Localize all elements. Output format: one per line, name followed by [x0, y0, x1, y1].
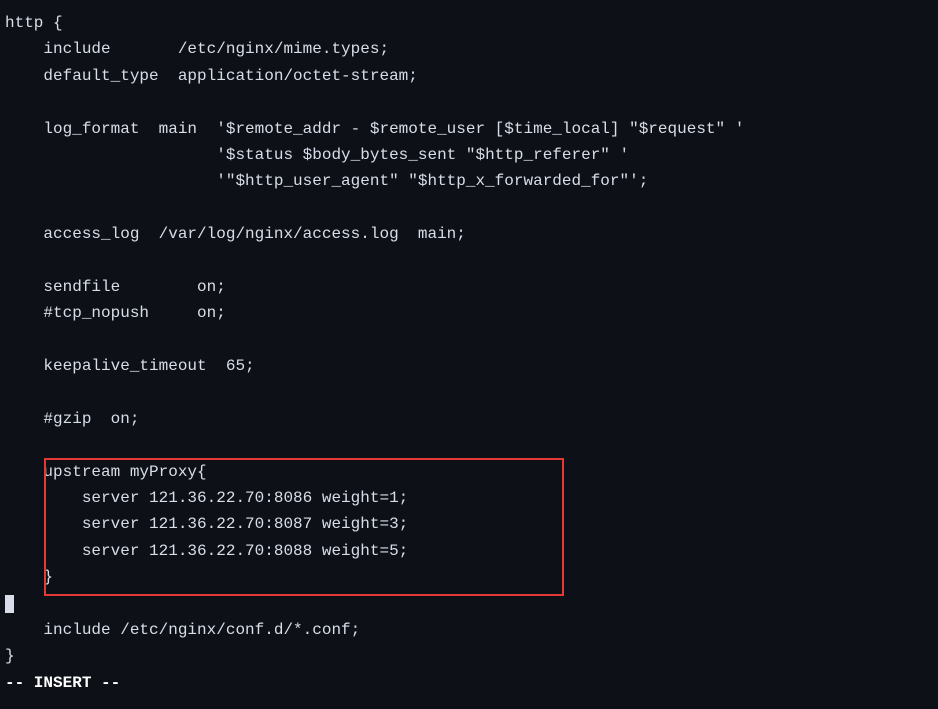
code-line: include /etc/nginx/conf.d/*.conf; [5, 621, 360, 639]
code-line: sendfile on; [5, 278, 226, 296]
code-line: http { [5, 14, 63, 32]
code-line: default_type application/octet-stream; [5, 67, 418, 85]
code-line: access_log /var/log/nginx/access.log mai… [5, 225, 466, 243]
code-line: } [5, 647, 15, 665]
code-line: #gzip on; [5, 410, 139, 428]
editor-cursor [5, 595, 14, 613]
code-line: upstream myProxy{ [5, 463, 207, 481]
code-line: #tcp_nopush on; [5, 304, 226, 322]
code-line: '"$http_user_agent" "$http_x_forwarded_f… [5, 172, 648, 190]
code-line: keepalive_timeout 65; [5, 357, 255, 375]
nginx-config-code[interactable]: http { include /etc/nginx/mime.types; de… [5, 10, 933, 696]
code-line: server 121.36.22.70:8087 weight=3; [5, 515, 408, 533]
code-line: } [5, 568, 53, 586]
code-line: server 121.36.22.70:8088 weight=5; [5, 542, 408, 560]
code-line: '$status $body_bytes_sent "$http_referer… [5, 146, 629, 164]
code-line: server 121.36.22.70:8086 weight=1; [5, 489, 408, 507]
code-line: log_format main '$remote_addr - $remote_… [5, 120, 744, 138]
code-line: include /etc/nginx/mime.types; [5, 40, 389, 58]
vim-mode-status: -- INSERT -- [5, 674, 120, 692]
